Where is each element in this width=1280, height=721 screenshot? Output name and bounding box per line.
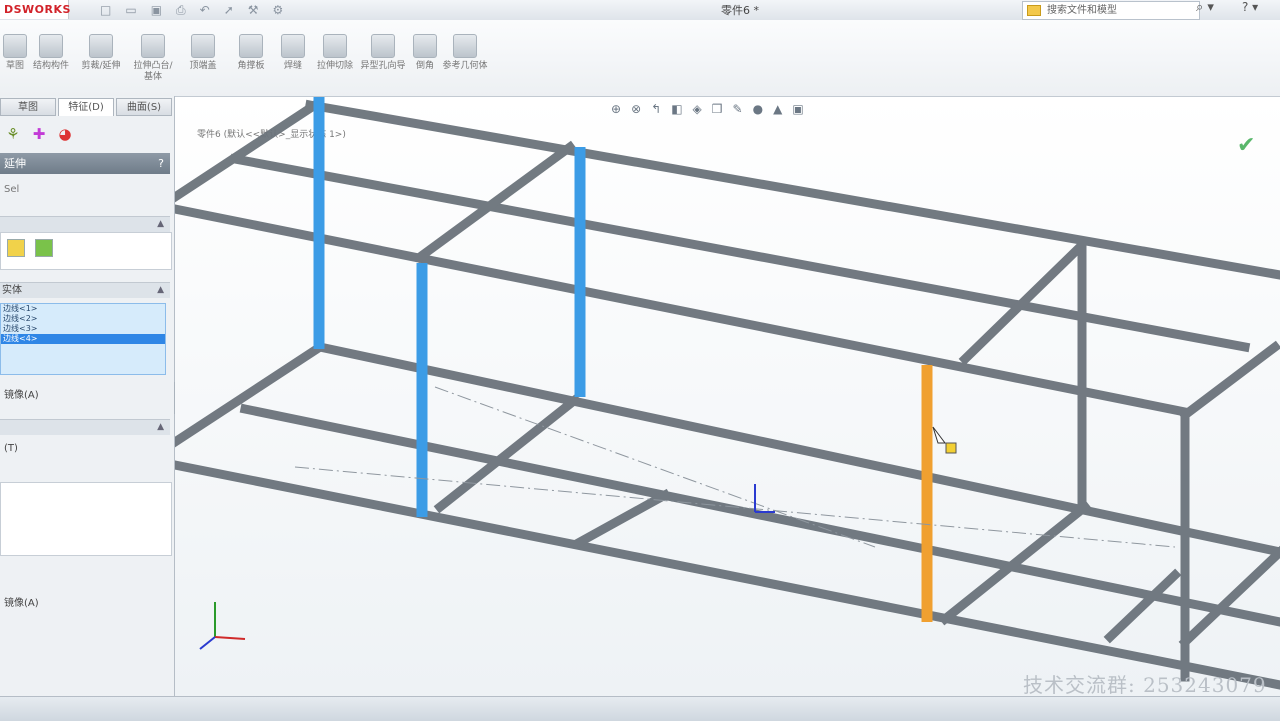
extruded-boss-button[interactable]: 拉伸凸台/基体	[130, 34, 176, 83]
search-input[interactable]: 搜索文件和模型	[1022, 1, 1200, 20]
cursor-icon	[932, 426, 957, 454]
command-manager: 草图 结构构件 剪裁/延伸 拉伸凸台/基体 顶端盖 角撑板 焊缝 拉伸切除 异型…	[0, 20, 1280, 97]
reference-geometry-icon	[453, 34, 477, 58]
quick-access-toolbar: □ ▭ ▣ ⎙ ↶ ➚ ⚒ ⚙	[100, 2, 283, 18]
group-header-options[interactable]: ▲	[0, 419, 170, 435]
help-icon[interactable]: ? ▾	[1242, 0, 1258, 14]
beam[interactable]	[175, 340, 327, 448]
list-item[interactable]: 边线<3>	[1, 324, 165, 334]
folder-icon	[1027, 4, 1041, 16]
message-text: Sel	[4, 184, 20, 195]
search-icon[interactable]: ⌕ ▾	[1196, 0, 1214, 15]
beam[interactable]	[175, 98, 322, 203]
tab-features[interactable]: 特征(D)	[58, 98, 114, 116]
trim-extend-button[interactable]: 剪裁/延伸	[78, 34, 124, 72]
gusset-button[interactable]: 角撑板	[228, 34, 274, 72]
select-icon[interactable]: ➚	[224, 2, 234, 18]
new-icon[interactable]: □	[100, 2, 111, 18]
axis-triad-icon	[199, 602, 246, 650]
tab-surfaces[interactable]: 曲面(S)	[116, 98, 172, 116]
chamfer-icon	[413, 34, 437, 58]
beam[interactable]	[1103, 568, 1182, 644]
document-title: 零件6 *	[721, 4, 759, 17]
end-cap-icon	[191, 34, 215, 58]
graphics-area[interactable]: ⊕ ⊗ ↰ ◧ ◈ ❒ ✎ ● ▲ ▣ 零件6 (默认<<默认>_显示状态 1>…	[175, 97, 1280, 696]
collapse-icon[interactable]: ▲	[157, 420, 164, 435]
search-placeholder: 搜索文件和模型	[1047, 5, 1117, 16]
extruded-cut-icon	[323, 34, 347, 58]
structural-member-button[interactable]: 结构构件	[28, 34, 74, 72]
corner-type-box	[0, 232, 172, 270]
display-manager-icon[interactable]: ◕	[52, 122, 78, 146]
structural-member-icon	[39, 34, 63, 58]
feature-tree-icon[interactable]: ⚘	[0, 122, 26, 146]
option-label: 镜像(A)	[4, 390, 39, 401]
beam[interactable]	[1178, 545, 1280, 649]
beam[interactable]	[573, 488, 672, 549]
print-icon[interactable]: ⎙	[176, 2, 186, 18]
frame-model	[175, 97, 1280, 690]
title-bar: DSWORKS □ ▭ ▣ ⎙ ↶ ➚ ⚒ ⚙ 零件6 * 搜索文件和模型 ⌕ …	[0, 0, 1280, 21]
rebuild-icon[interactable]: ⚒	[248, 2, 259, 18]
property-manager-title: 延伸 ?	[0, 153, 170, 174]
undo-icon[interactable]: ↶	[200, 2, 210, 18]
save-icon[interactable]: ▣	[151, 2, 162, 18]
tab-sketch[interactable]: 草图	[0, 98, 56, 116]
weld-bead-button[interactable]: 焊缝	[270, 34, 316, 72]
option-label: 镜像(A)	[4, 598, 39, 609]
sketch-centerline	[434, 386, 876, 548]
trim-extend-icon	[89, 34, 113, 58]
hole-wizard-icon	[371, 34, 395, 58]
panel-icon-row: ⚘ ✚ ◕	[0, 122, 78, 146]
selection-list[interactable]: 边线<1> 边线<2> 边线<3> 边线<4>	[0, 303, 166, 375]
group-header-corner-type[interactable]: ▲	[0, 216, 170, 232]
hole-wizard-button[interactable]: 异型孔向导	[360, 34, 406, 72]
beam[interactable]	[304, 99, 1280, 280]
weld-bead-icon	[281, 34, 305, 58]
list-item[interactable]: 边线<2>	[1, 314, 165, 324]
end-cap-button[interactable]: 顶端盖	[180, 34, 226, 72]
end-miter-icon[interactable]	[35, 239, 53, 257]
sketch-icon	[3, 34, 27, 58]
beam[interactable]	[938, 500, 1092, 626]
reference-geometry-button[interactable]: 参考几何体	[442, 34, 488, 72]
property-manager-icon[interactable]: ✚	[26, 122, 52, 146]
end-trim-icon[interactable]	[7, 239, 25, 257]
status-bar	[0, 696, 1280, 721]
beam[interactable]	[175, 460, 1280, 690]
option-box[interactable]	[0, 482, 172, 556]
extruded-boss-icon	[141, 34, 165, 58]
watermark-text: 技术交流群: 253243079	[1023, 673, 1267, 696]
origin-icon	[754, 484, 775, 513]
beam[interactable]	[958, 240, 1087, 366]
extruded-cut-button[interactable]: 拉伸切除	[312, 34, 358, 72]
app-logo: DSWORKS	[0, 0, 70, 19]
list-item[interactable]: 边线<1>	[1, 304, 165, 314]
collapse-icon[interactable]: ▲	[157, 283, 164, 298]
help-question-icon[interactable]: ?	[158, 153, 164, 174]
panel-tabs: 草图 特征(D) 曲面(S)	[0, 98, 172, 116]
property-manager: 草图 特征(D) 曲面(S) ⚘ ✚ ◕ 延伸 ? Sel ▲ 实体 ▲ 边线<1…	[0, 96, 182, 696]
gusset-icon	[239, 34, 263, 58]
open-icon[interactable]: ▭	[125, 2, 136, 18]
options-icon[interactable]: ⚙	[273, 2, 284, 18]
list-item[interactable]: 边线<4>	[1, 334, 165, 344]
group-label: 实体	[2, 285, 22, 296]
group-header-entities[interactable]: 实体 ▲	[0, 282, 170, 298]
collapse-icon[interactable]: ▲	[157, 217, 164, 232]
beam[interactable]	[1178, 340, 1280, 422]
option-label: (T)	[4, 443, 18, 454]
